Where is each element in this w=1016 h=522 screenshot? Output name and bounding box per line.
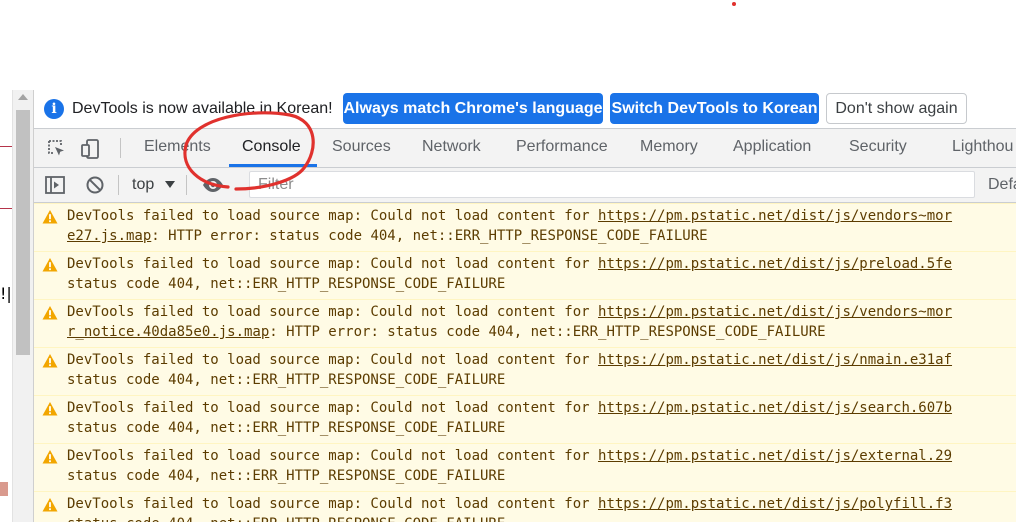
toolbar-separator xyxy=(118,175,119,195)
message-prefix: DevTools failed to load source map: Coul… xyxy=(67,208,599,224)
message-text: DevTools failed to load source map: Coul… xyxy=(67,494,952,514)
tab-lighthouse[interactable]: Lighthou xyxy=(952,138,1013,156)
console-message: DevTools failed to load source map: Coul… xyxy=(34,395,1016,443)
message-text: DevTools failed to load source map: Coul… xyxy=(67,446,952,466)
warning-icon xyxy=(42,402,58,416)
message-prefix: DevTools failed to load source map: Coul… xyxy=(67,448,599,464)
tabbar-separator xyxy=(120,138,121,158)
console-toolbar: top Defa xyxy=(34,168,1016,203)
source-map-link[interactable]: https://pm.pstatic.net/dist/js/vendors~m… xyxy=(598,208,952,224)
dont-show-again-button[interactable]: Don't show again xyxy=(826,93,967,124)
message-prefix: DevTools failed to load source map: Coul… xyxy=(67,352,599,368)
log-levels-dropdown[interactable]: Defa xyxy=(988,176,1016,194)
message-prefix: DevTools failed to load source map: Coul… xyxy=(67,256,599,272)
source-map-link[interactable]: https://pm.pstatic.net/dist/js/preload.5… xyxy=(598,256,952,272)
message-text-continued: status code 404, net::ERR_HTTP_RESPONSE_… xyxy=(67,466,505,486)
error-detail: status code 404, net::ERR_HTTP_RESPONSE_… xyxy=(67,420,506,436)
error-detail: status code 404, net::ERR_HTTP_RESPONSE_… xyxy=(67,516,505,522)
source-map-link-continued[interactable]: r_notice.40da85e0.js.map xyxy=(67,324,269,340)
error-detail: status code 404, net::ERR_HTTP_RESPONSE_… xyxy=(67,468,506,484)
warning-icon xyxy=(42,306,58,320)
page-text-fragment: !| xyxy=(0,284,12,303)
message-text: DevTools failed to load source map: Coul… xyxy=(67,302,952,322)
clear-console-icon[interactable] xyxy=(84,174,106,196)
chevron-down-icon[interactable] xyxy=(165,181,175,188)
message-text-continued: status code 404, net::ERR_HTTP_RESPONSE_… xyxy=(67,418,505,438)
console-messages: DevTools failed to load source map: Coul… xyxy=(34,203,1016,522)
message-text: DevTools failed to load source map: Coul… xyxy=(67,254,952,274)
tab-security[interactable]: Security xyxy=(849,138,907,156)
message-prefix: DevTools failed to load source map: Coul… xyxy=(67,496,599,512)
source-map-link[interactable]: https://pm.pstatic.net/dist/js/nmain.e31… xyxy=(598,352,952,368)
tab-elements[interactable]: Elements xyxy=(144,138,211,156)
filter-input-box[interactable] xyxy=(249,171,975,198)
always-match-language-button[interactable]: Always match Chrome's language xyxy=(343,93,603,124)
toolbar-separator xyxy=(186,175,187,195)
source-map-link[interactable]: https://pm.pstatic.net/dist/js/search.60… xyxy=(598,400,952,416)
page-divider-line xyxy=(0,208,12,209)
infobar-message: DevTools is now available in Korean! xyxy=(72,100,333,117)
warning-icon xyxy=(42,258,58,272)
source-map-link-continued[interactable]: e27.js.map xyxy=(67,228,151,244)
page-scrollbar[interactable] xyxy=(12,90,33,522)
switch-devtools-korean-button[interactable]: Switch DevTools to Korean xyxy=(610,93,819,124)
source-map-link[interactable]: https://pm.pstatic.net/dist/js/polyfill.… xyxy=(598,496,952,512)
warning-icon xyxy=(42,498,58,512)
error-detail: status code 404, net::ERR_HTTP_RESPONSE_… xyxy=(67,372,506,388)
red-dot-marker xyxy=(732,2,736,6)
scrollbar-thumb[interactable] xyxy=(16,110,30,355)
warning-icon xyxy=(42,450,58,464)
eye-icon[interactable] xyxy=(202,174,224,196)
message-text: DevTools failed to load source map: Coul… xyxy=(67,398,952,418)
error-detail: : HTTP error: status code 404, net::ERR_… xyxy=(269,324,826,340)
page-thumbnail-fragment xyxy=(0,482,8,496)
message-text-continued: status code 404, net::ERR_HTTP_RESPONSE_… xyxy=(67,274,505,294)
console-message: DevTools failed to load source map: Coul… xyxy=(34,299,1016,347)
page-top-area xyxy=(0,0,1016,90)
console-message: DevTools failed to load source map: Coul… xyxy=(34,443,1016,491)
tab-memory[interactable]: Memory xyxy=(640,138,698,156)
page-divider-line xyxy=(0,146,12,147)
message-text: DevTools failed to load source map: Coul… xyxy=(67,350,952,370)
message-prefix: DevTools failed to load source map: Coul… xyxy=(67,400,599,416)
tab-performance[interactable]: Performance xyxy=(516,138,608,156)
message-text-continued: status code 404, net::ERR_HTTP_RESPONSE_… xyxy=(67,514,505,522)
console-message: DevTools failed to load source map: Coul… xyxy=(34,203,1016,251)
page-text-fragment xyxy=(0,388,8,413)
message-text-continued: status code 404, net::ERR_HTTP_RESPONSE_… xyxy=(67,370,505,390)
info-icon: i xyxy=(44,99,64,119)
filter-input[interactable] xyxy=(250,172,974,197)
console-message: DevTools failed to load source map: Coul… xyxy=(34,491,1016,522)
language-infobar: i DevTools is now available in Korean! A… xyxy=(34,90,1016,129)
error-detail: status code 404, net::ERR_HTTP_RESPONSE_… xyxy=(67,276,506,292)
context-selector[interactable]: top xyxy=(132,176,154,194)
device-toolbar-icon[interactable] xyxy=(80,138,102,160)
source-map-link[interactable]: https://pm.pstatic.net/dist/js/external.… xyxy=(598,448,952,464)
tab-console[interactable]: Console xyxy=(242,138,301,156)
error-detail: : HTTP error: status code 404, net::ERR_… xyxy=(151,228,708,244)
tab-application[interactable]: Application xyxy=(733,138,811,156)
devtools-panel: i DevTools is now available in Korean! A… xyxy=(33,90,1016,522)
console-message: DevTools failed to load source map: Coul… xyxy=(34,251,1016,299)
inspect-element-icon[interactable] xyxy=(46,138,68,160)
message-text: DevTools failed to load source map: Coul… xyxy=(67,206,952,226)
devtools-tabbar: Elements Console Sources Network Perform… xyxy=(34,129,1016,168)
warning-icon xyxy=(42,354,58,368)
console-message: DevTools failed to load source map: Coul… xyxy=(34,347,1016,395)
sidebar-toggle-icon[interactable] xyxy=(44,174,66,196)
active-tab-indicator xyxy=(229,164,317,167)
page-left-edge: !| xyxy=(0,90,12,522)
tab-sources[interactable]: Sources xyxy=(332,138,391,156)
warning-icon xyxy=(42,210,58,224)
tab-network[interactable]: Network xyxy=(422,138,481,156)
message-text-continued: r_notice.40da85e0.js.map: HTTP error: st… xyxy=(67,322,826,342)
message-text-continued: e27.js.map: HTTP error: status code 404,… xyxy=(67,226,708,246)
message-prefix: DevTools failed to load source map: Coul… xyxy=(67,304,599,320)
source-map-link[interactable]: https://pm.pstatic.net/dist/js/vendors~m… xyxy=(598,304,952,320)
scroll-up-arrow-icon[interactable] xyxy=(18,94,28,100)
